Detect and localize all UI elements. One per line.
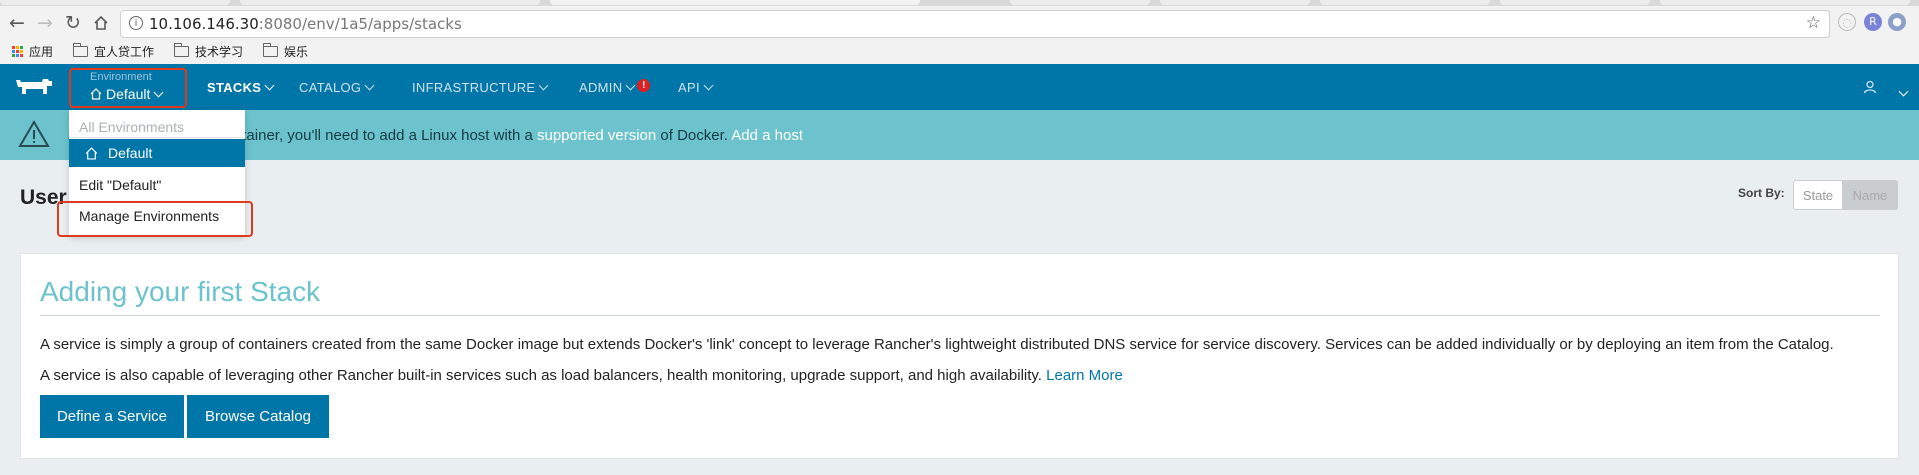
user-icon[interactable] <box>1863 80 1877 99</box>
home-icon <box>90 88 102 100</box>
folder-icon <box>173 42 190 57</box>
sort-state-button[interactable]: State <box>1793 180 1843 210</box>
browser-tab[interactable] <box>1160 0 1310 5</box>
bookmark-folder[interactable]: 技术学习 <box>173 42 244 60</box>
add-host-link[interactable]: Add a host <box>731 127 803 144</box>
sort-toggle-group: State Name <box>1793 180 1898 210</box>
chevron-down-icon <box>364 80 375 91</box>
nav-admin-label: ADMIN <box>579 80 623 95</box>
browse-catalog-button[interactable]: Browse Catalog <box>187 395 329 438</box>
menu-item-manage-environments[interactable]: Manage Environments <box>69 204 245 228</box>
apps-grid-icon <box>12 45 23 57</box>
environment-dropdown-menu: All Environments Default Edit "Default" … <box>69 110 245 236</box>
bookmark-apps[interactable]: 应用 <box>12 43 53 60</box>
address-bar[interactable]: i 10.106.146.30:8080/env/1a5/apps/stacks… <box>120 10 1830 38</box>
bookmark-label: 技术学习 <box>195 44 244 59</box>
browser-tab[interactable] <box>0 0 230 5</box>
nav-admin[interactable]: ADMIN ! <box>579 79 651 95</box>
bookmark-label: 应用 <box>29 44 54 59</box>
user-menu-chevron-icon[interactable] <box>1895 82 1909 100</box>
sort-name-button[interactable]: Name <box>1843 180 1898 210</box>
chevron-down-icon <box>703 80 714 91</box>
extension-user-icon[interactable]: ● <box>1888 13 1906 31</box>
define-service-button[interactable]: Define a Service <box>40 395 184 438</box>
browser-tab-active[interactable] <box>550 0 920 5</box>
browser-tab[interactable] <box>1320 0 1490 5</box>
nav-infrastructure-label: INFRASTRUCTURE <box>412 80 536 95</box>
menu-item-default-environment[interactable]: Default <box>69 139 245 167</box>
browser-tab[interactable] <box>1010 0 1150 5</box>
bookmark-folder[interactable]: 娱乐 <box>262 42 309 60</box>
warning-icon <box>18 120 50 153</box>
rancher-logo-icon[interactable] <box>14 78 54 101</box>
extension-icon[interactable]: ◌ <box>1838 13 1856 31</box>
environment-switcher-button[interactable]: Environment Default <box>69 68 187 108</box>
chevron-down-icon <box>264 80 275 91</box>
home-icon <box>85 146 98 160</box>
alert-badge-icon: ! <box>637 79 651 92</box>
divider <box>40 315 1880 316</box>
browser-tab[interactable] <box>1500 0 1650 5</box>
home-icon[interactable] <box>90 12 112 34</box>
info-icon[interactable]: i <box>129 16 143 30</box>
forward-arrow-icon[interactable]: → <box>34 12 56 34</box>
page-title: User <box>20 186 67 209</box>
extension-r-icon[interactable]: R <box>1864 13 1882 31</box>
bookmarks-bar: 应用 宜人贷工作 技术学习 娱乐 <box>0 40 316 62</box>
environment-label: Environment <box>90 71 152 83</box>
chevron-down-icon <box>538 80 549 91</box>
folder-icon <box>262 42 279 57</box>
nav-catalog[interactable]: CATALOG <box>299 80 375 95</box>
menu-item-edit-default[interactable]: Edit "Default" <box>69 173 245 197</box>
nav-api[interactable]: API <box>678 80 714 95</box>
reload-icon[interactable]: ↻ <box>62 12 84 34</box>
nav-catalog-label: CATALOG <box>299 80 362 95</box>
chevron-down-icon <box>625 80 636 91</box>
back-arrow-icon[interactable]: ← <box>6 12 28 34</box>
bookmark-label: 娱乐 <box>284 44 309 59</box>
nav-stacks-label: STACKS <box>207 80 262 95</box>
folder-icon <box>72 42 89 57</box>
menu-item-label: Default <box>108 145 153 161</box>
browser-chrome: ← → ↻ i 10.106.146.30:8080/env/1a5/apps/… <box>0 0 1919 65</box>
add-host-banner: service or launching a container, you'll… <box>0 110 1919 160</box>
card-heading: Adding your first Stack <box>40 276 321 307</box>
nav-stacks[interactable]: STACKS <box>207 80 275 95</box>
chevron-down-icon <box>153 87 164 97</box>
learn-more-link[interactable]: Learn More <box>1046 367 1123 384</box>
first-stack-card: Adding your first Stack A service is sim… <box>20 253 1899 459</box>
browser-tab[interactable] <box>1660 0 1910 5</box>
card-description-2: A service is also capable of leveraging … <box>40 367 1123 384</box>
bookmark-folder[interactable]: 宜人贷工作 <box>72 42 155 60</box>
top-navigation: Environment Default STACKS CATALOG INFRA… <box>0 64 1919 110</box>
address-url: 10.106.146.30:8080/env/1a5/apps/stacks <box>149 15 462 33</box>
card-description-1: A service is simply a group of container… <box>40 336 1834 353</box>
menu-item-all-environments: All Environments <box>69 116 245 138</box>
sort-by-label: Sort By: <box>1738 186 1785 200</box>
bookmark-star-icon[interactable]: ☆ <box>1806 13 1821 33</box>
nav-infrastructure[interactable]: INFRASTRUCTURE <box>412 80 549 95</box>
nav-api-label: API <box>678 80 700 95</box>
environment-name: Default <box>106 86 151 102</box>
environment-value: Default <box>90 86 164 102</box>
supported-version-link[interactable]: supported version <box>537 127 656 144</box>
tab-strip <box>0 0 1919 6</box>
bookmark-label: 宜人贷工作 <box>94 44 155 59</box>
browser-tab[interactable] <box>240 0 540 5</box>
